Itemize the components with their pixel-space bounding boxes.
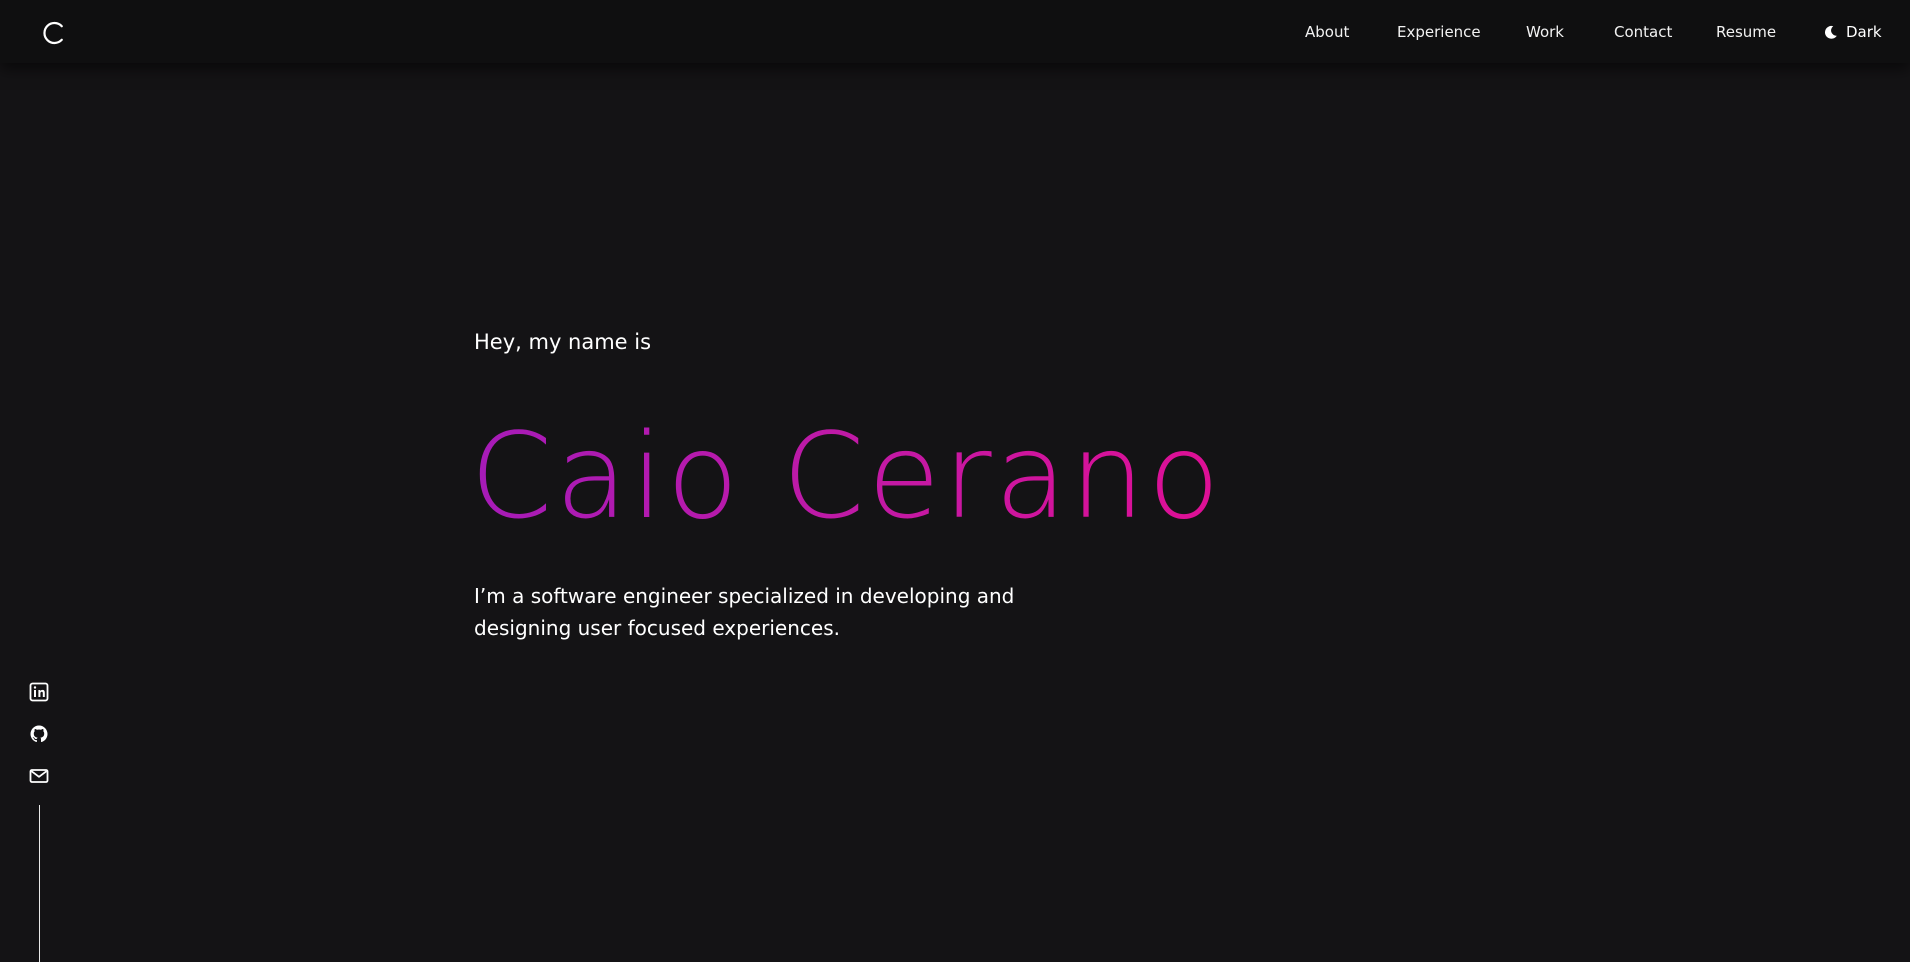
theme-toggle-button[interactable]: Dark (1823, 21, 1882, 43)
linkedin-icon[interactable] (28, 681, 50, 703)
social-divider-line (39, 805, 40, 962)
nav-link-contact[interactable]: Contact (1614, 22, 1672, 42)
github-icon[interactable] (28, 723, 50, 745)
top-navigation-bar: About Experience Work Contact Resume Dar… (0, 0, 1910, 63)
hero-name: Caio Cerano (470, 407, 1223, 545)
theme-toggle-label: Dark (1846, 23, 1882, 41)
nav-link-about[interactable]: About (1305, 22, 1349, 42)
nav-link-experience[interactable]: Experience (1397, 22, 1481, 42)
logo-c-icon[interactable] (40, 19, 68, 47)
mail-icon[interactable] (28, 765, 50, 787)
hero-greeting: Hey, my name is (474, 330, 652, 354)
hero-intro: I’m a software engineer specialized in d… (474, 584, 1015, 640)
moon-icon (1823, 25, 1838, 40)
nav-link-work[interactable]: Work (1526, 22, 1564, 42)
nav-link-resume[interactable]: Resume (1716, 22, 1776, 42)
